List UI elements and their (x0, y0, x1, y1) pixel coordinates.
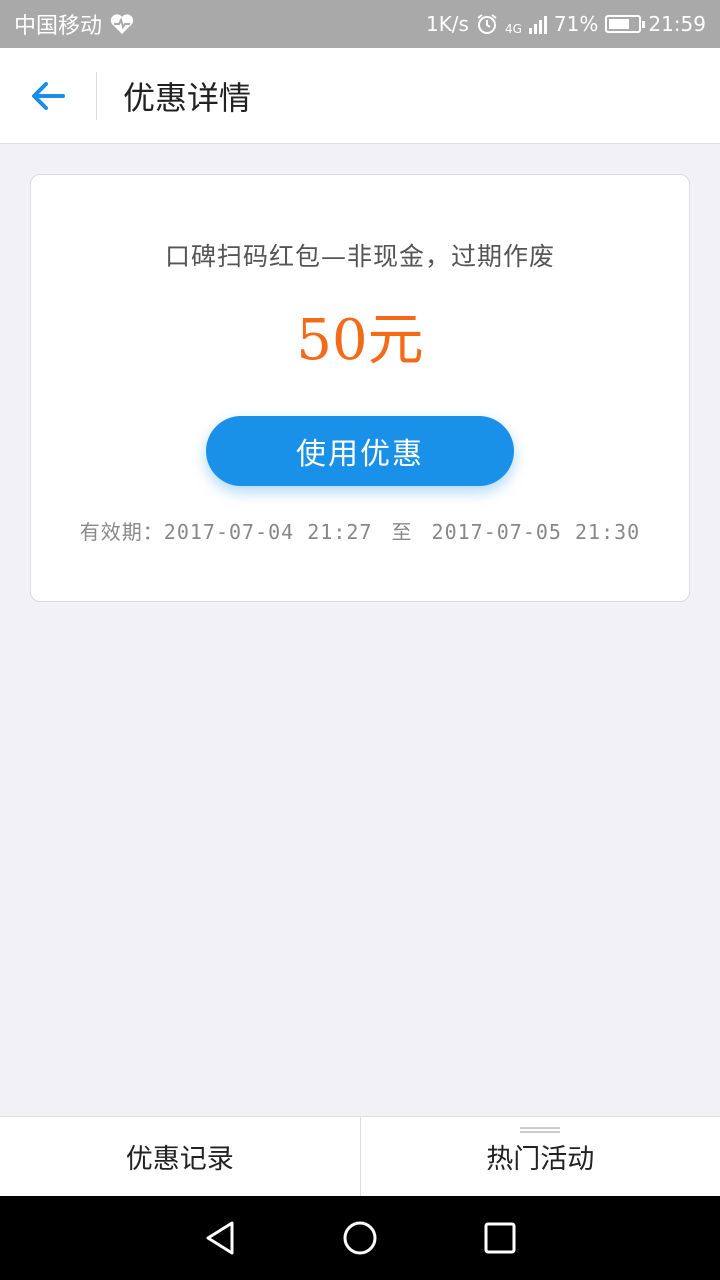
bottom-tabs: 优惠记录 热门活动 (0, 1116, 720, 1196)
validity-separator: 至 (391, 520, 413, 544)
use-coupon-button[interactable]: 使用优惠 (206, 416, 514, 486)
coupon-card: 口碑扫码红包—非现金，过期作废 50元 使用优惠 有效期：2017-07-04 … (30, 174, 690, 602)
tab-hot-activities[interactable]: 热门活动 (359, 1117, 720, 1196)
network-speed: 1K/s (425, 12, 469, 36)
status-left: 中国移动 (14, 8, 134, 40)
status-right: 1K/s 4G 71% 21:59 (426, 12, 706, 36)
battery-percent: 71% (553, 12, 599, 36)
tab-label: 热门活动 (486, 1144, 595, 1175)
status-bar: 中国移动 1K/s 4G 71% 21:59 (0, 0, 720, 48)
system-nav-bar (0, 1196, 720, 1280)
validity-end: 2017-07-05 21:30 (431, 520, 641, 544)
network-type: 4G (504, 22, 522, 36)
health-heart-icon (110, 14, 134, 35)
circle-home-icon (343, 1221, 377, 1255)
arrow-left-icon (32, 81, 65, 110)
validity-start: 2017-07-04 21:27 (163, 520, 373, 544)
signal-icon (528, 14, 547, 34)
battery-icon (605, 15, 646, 33)
validity-period: 有效期：2017-07-04 21:27 至 2017-07-05 21:30 (31, 516, 689, 545)
recents-nav-button[interactable] (475, 1213, 525, 1263)
drag-handle-icon (520, 1127, 561, 1133)
carrier-label: 中国移动 (14, 14, 103, 39)
tab-coupon-records[interactable]: 优惠记录 (0, 1117, 360, 1196)
back-button[interactable] (0, 48, 96, 144)
clock: 21:59 (648, 12, 706, 36)
nav-bar: 优惠详情 (0, 48, 720, 144)
coupon-amount: 50元 (296, 308, 424, 373)
home-nav-button[interactable] (335, 1213, 385, 1263)
tab-label: 优惠记录 (125, 1144, 234, 1175)
back-nav-button[interactable] (195, 1213, 245, 1263)
triangle-back-icon (206, 1221, 234, 1255)
alarm-icon (477, 14, 497, 34)
nav-divider (96, 71, 97, 120)
coupon-description: 口碑扫码红包—非现金，过期作废 (164, 242, 555, 271)
square-recents-icon (484, 1222, 516, 1254)
validity-label: 有效期： (79, 520, 164, 544)
page-title: 优惠详情 (123, 78, 252, 117)
